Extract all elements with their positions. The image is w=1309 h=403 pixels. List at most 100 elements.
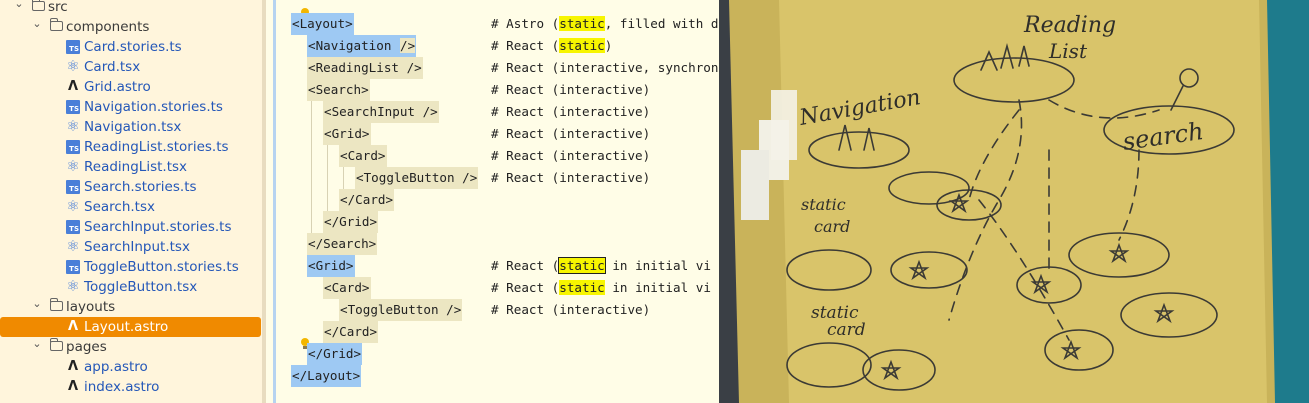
chevron-down-icon[interactable]: ⌄ [14,0,24,14]
code-tag: <Card> [339,145,387,167]
tree-file[interactable]: ⚛ Card.tsx [0,57,266,77]
sketch-label-card-2: card [827,320,866,340]
tree-file[interactable]: ⚛ ReadingList.tsx [0,157,266,177]
code-tag: <ToggleButton /> [339,299,463,321]
code-line[interactable]: <SearchInput /> # React (interactive) [266,101,719,123]
tree-file[interactable]: ⚛ Navigation.tsx [0,117,266,137]
code-tag-text: <ToggleButton /> [356,170,478,185]
tree-file[interactable]: TS ReadingList.stories.ts [0,137,266,157]
code-line[interactable]: </Layout> [266,365,719,387]
code-tag: </Grid> [323,211,379,233]
chevron-down-icon[interactable]: ⌄ [32,334,42,354]
folder-icon [31,0,45,11]
code-line[interactable]: <Navigation /> # React (static) [266,35,719,57]
sketch-label-static-1: static [801,195,846,214]
code-line[interactable]: <ReadingList /> # React (interactive, syn… [266,57,719,79]
code-line[interactable]: <Grid> # React (static in initial vi [266,255,719,277]
sketch-image: Reading List Navigation search static ca… [719,0,1309,403]
code-line[interactable]: </Search> [266,233,719,255]
comment-text: # React ( [491,38,560,53]
code-comment: # React (interactive) [491,123,650,145]
tree-item-label: ToggleButton.stories.ts [84,259,239,275]
tree-file[interactable]: Λ Grid.astro [0,77,266,97]
chevron-down-icon[interactable]: ⌄ [32,14,42,34]
sketch-label-list: List [1048,39,1088,63]
project-tree: ⌄ src ⌄ components TS Card.stories.ts ⚛ Card.ts… [0,0,266,403]
code-tag: <ReadingList /> [307,57,423,79]
comment-text: # React ( [491,280,560,295]
code-tag-text: </Card> [324,324,378,339]
astro-icon: Λ [67,359,79,374]
code-tag-text: </Search> [308,236,377,251]
tree-file[interactable]: TS Navigation.stories.ts [0,97,266,117]
code-line[interactable]: <Card> # React (interactive) [266,145,719,167]
code-line[interactable]: </Card> [266,321,719,343]
comment-text: # React (interactive) [491,126,651,141]
typescript-icon: TS [66,40,80,54]
code-tag-text: <Grid> [308,258,354,273]
tree-item-label: components [66,19,150,35]
code-tag-text: <Navigation [308,38,399,53]
tree-file[interactable]: Λapp.astro [0,357,266,377]
code-line[interactable]: <Grid> # React (interactive) [266,123,719,145]
comment-text: ) [604,38,613,53]
folder-icon [49,338,63,351]
chevron-down-icon[interactable]: ⌄ [32,294,42,314]
tree-file[interactable]: TS Search.stories.ts [0,177,266,197]
comment-text: # React (interactive) [491,302,651,317]
tree-folder[interactable]: ⌄ pages [0,337,266,357]
tree-folder[interactable]: ⌄ components [0,17,266,37]
code-comment: # React (static in initial vi [491,255,711,277]
comment-text: # React (interactive, synchronize with l… [491,60,719,75]
tree-item-label: ReadingList.stories.ts [84,139,229,155]
react-icon: ⚛ [66,237,80,255]
sketch-label-reading: Reading [1023,13,1116,38]
code-line[interactable]: <ToggleButton /> # React (interactive) [266,299,719,321]
typescript-icon: TS [66,180,80,194]
code-line[interactable]: </Grid> [266,343,719,365]
code-comment: # React (interactive) [491,79,650,101]
code-tag-text: <Search> [308,82,369,97]
sketch-photo: Reading List Navigation search static ca… [719,0,1309,403]
code-line[interactable]: </Grid> [266,211,719,233]
tree-item-label: ToggleButton.tsx [84,279,198,295]
tree-file[interactable]: TS ToggleButton.stories.ts [0,257,266,277]
tree-folder[interactable]: ⌄ layouts [0,297,266,317]
tree-item-label: Layout.astro [84,319,169,335]
code-tag: </Search> [307,233,378,255]
tree-item-label: Grid.astro [84,79,151,95]
tree-file[interactable]: TS SearchInput.stories.ts [0,217,266,237]
tree-item-label: Card.tsx [84,59,141,75]
code-tag-text: <ToggleButton /> [340,302,462,317]
react-icon: ⚛ [66,57,80,75]
code-line[interactable]: </Card> [266,189,719,211]
code-line[interactable]: <Search> # React (interactive) [266,79,719,101]
code-line[interactable]: <Card> # React (static in initial vi [266,277,719,299]
code-editor[interactable]: <Layout># Astro (static, filled with dyn… [266,0,719,403]
code-tag-text: </Card> [340,192,394,207]
code-comment: # Astro (static, filled with dynamic dat… [491,13,719,35]
tree-item-label: Navigation.tsx [84,119,182,135]
highlighted-word: static [559,16,605,31]
typescript-icon: TS [66,100,80,114]
tree-file[interactable]: Λindex.astro [0,377,266,397]
astro-icon: Λ [67,379,79,394]
sketch-label-card-1: card [814,217,850,236]
code-comment: # React (interactive, synchronize with l… [491,57,719,79]
code-comment: # React (interactive) [491,299,650,321]
tree-item-label: pages [66,339,107,355]
code-tag: </Layout> [291,365,362,387]
comment-text: # Astro ( [491,16,560,31]
react-icon: ⚛ [66,157,80,175]
code-line[interactable]: <Layout> # Astro (static, filled with dyn… [266,13,719,35]
tree-file[interactable]: ⚛ Search.tsx [0,197,266,217]
code-tag: <ToggleButton /> [355,167,479,189]
tree-file[interactable]: ⚛ SearchInput.tsx [0,237,266,257]
react-icon: ⚛ [66,117,80,135]
code-tag-text: <Card> [340,148,386,163]
code-line[interactable]: <ToggleButton /> # React (interactive) [266,167,719,189]
code-comment: # React (interactive) [491,101,650,123]
tree-item-label: Card.stories.ts [84,39,182,55]
tree-file[interactable]: TS Card.stories.ts [0,37,266,57]
code-tag-text: <ReadingList /> [308,60,422,75]
